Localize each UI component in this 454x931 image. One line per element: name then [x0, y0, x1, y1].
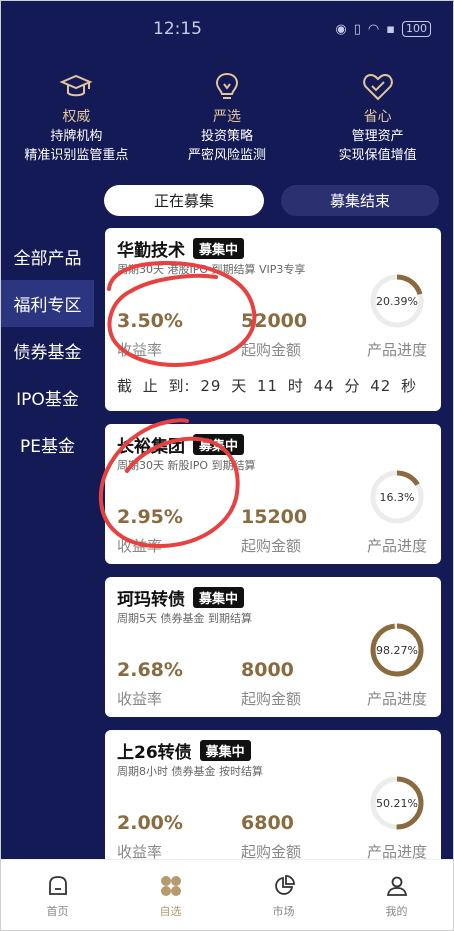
grid-icon	[160, 876, 181, 896]
nav-label: 我的	[385, 905, 408, 918]
sidebar-item-all[interactable]: 全部产品	[1, 233, 94, 280]
deadline-value: 29 天 11 时 44 分 42 秒	[200, 377, 418, 395]
product-rate: 2.68%	[117, 659, 183, 681]
product-min-amount: 15200	[241, 506, 308, 528]
sim-icon: ▪	[386, 21, 395, 37]
progress-label: 产品进度	[367, 537, 428, 555]
heart-check-icon	[362, 73, 393, 101]
nav-label: 首页	[46, 905, 69, 918]
min-amount-label: 起购金额	[241, 690, 302, 708]
feature-line: 实现保值增值	[338, 148, 417, 163]
feature-worryfree: 省心 管理资产 实现保值增值	[302, 69, 453, 165]
product-desc: 周期5天 债券基金 到期结算	[117, 612, 252, 625]
feature-line: 管理资产	[351, 129, 404, 144]
product-name: 华勤技术	[117, 241, 185, 261]
nav-label: 市场	[272, 905, 295, 918]
rate-label: 收益率	[117, 690, 163, 708]
fundraising-tabs: 正在募集 募集结束	[104, 185, 439, 217]
nav-home[interactable]: 首页	[1, 860, 114, 930]
home-icon	[48, 876, 67, 895]
status-icons: ◉ ▯ ◠ ▪ 100	[335, 21, 431, 37]
feature-line: 持牌机构	[50, 129, 103, 144]
product-min-amount: 6800	[241, 812, 294, 834]
deadline-prefix: 截 止 到:	[117, 377, 191, 395]
product-name: 珂玛转债	[117, 590, 185, 610]
product-card[interactable]: 华勤技术 募集中 周期30天 港股IPO 到期结算 VIP3专享 3.50% 5…	[105, 228, 441, 411]
nav-profile[interactable]: 我的	[340, 860, 453, 930]
product-rate: 2.95%	[117, 506, 183, 528]
wifi-icon: ◠	[367, 21, 380, 37]
product-desc: 周期30天 新股IPO 到期结算	[117, 459, 256, 472]
rate-label: 收益率	[117, 537, 163, 555]
eye-icon: ◉	[335, 21, 347, 37]
vibrate-icon: ▯	[353, 21, 361, 37]
category-sidebar: 全部产品 福利专区 债券基金 IPO基金 PE基金	[1, 233, 94, 468]
progress-value: 20.39%	[376, 294, 418, 308]
progress-ring: 20.39%	[369, 273, 425, 329]
product-card[interactable]: 珂玛转债 募集中 周期5天 债券基金 到期结算 2.68% 8000 收益率 起…	[105, 577, 441, 717]
progress-ring: 98.27%	[369, 622, 425, 678]
status-bar: 12:15 ◉ ▯ ◠ ▪ 100	[1, 1, 453, 55]
rate-label: 收益率	[117, 341, 163, 359]
battery-icon: 100	[402, 21, 431, 37]
graduation-cap-icon	[59, 74, 93, 97]
pie-chart-icon	[274, 875, 295, 895]
lightbulb-icon	[215, 72, 238, 99]
feature-line: 严密风险监测	[187, 148, 266, 163]
status-badge: 募集中	[193, 238, 245, 259]
feature-strict: 严选 投资策略 严密风险监测	[152, 69, 303, 165]
status-badge: 募集中	[193, 434, 245, 455]
user-icon	[386, 876, 407, 896]
feature-authority: 权威 持牌机构 精准识别监管重点	[1, 69, 152, 165]
product-card[interactable]: 上26转债 募集中 周期8小时 债券基金 按时结算 2.00% 6800 收益率…	[105, 730, 441, 870]
feature-title: 权威	[62, 109, 91, 125]
tab-ended[interactable]: 募集结束	[281, 185, 439, 216]
product-name: 长裕集团	[117, 437, 185, 457]
progress-label: 产品进度	[367, 690, 428, 708]
nav-watchlist[interactable]: 自选	[114, 860, 227, 930]
progress-label: 产品进度	[367, 341, 428, 359]
sidebar-item-bond[interactable]: 债券基金	[1, 327, 94, 374]
nav-market[interactable]: 市场	[227, 860, 340, 930]
status-time: 12:15	[153, 19, 202, 39]
tab-raising[interactable]: 正在募集	[104, 185, 264, 216]
product-rate: 3.50%	[117, 310, 183, 332]
app-screen: 12:15 ◉ ▯ ◠ ▪ 100 权威 持牌机构 精准识别监管重点 严选 投资…	[0, 0, 454, 931]
sidebar-item-welfare[interactable]: 福利专区	[1, 280, 94, 327]
sidebar-item-ipo[interactable]: IPO基金	[1, 374, 94, 421]
product-rate: 2.00%	[117, 812, 183, 834]
status-badge: 募集中	[193, 587, 245, 608]
product-min-amount: 8000	[241, 659, 294, 681]
product-desc: 周期8小时 债券基金 按时结算	[117, 765, 263, 778]
product-min-amount: 52000	[241, 310, 308, 332]
feature-title: 省心	[363, 109, 392, 125]
progress-value: 16.3%	[379, 490, 415, 504]
progress-value: 50.21%	[376, 796, 418, 810]
bottom-nav: 首页 自选 市场 我的	[1, 859, 453, 930]
progress-ring: 16.3%	[369, 469, 425, 525]
min-amount-label: 起购金额	[241, 537, 302, 555]
feature-title: 严选	[212, 109, 241, 125]
product-desc: 周期30天 港股IPO 到期结算 VIP3专享	[117, 263, 306, 276]
min-amount-label: 起购金额	[241, 341, 302, 359]
deadline-countdown: 截 止 到: 29 天 11 时 44 分 42 秒	[117, 375, 417, 396]
feature-row: 权威 持牌机构 精准识别监管重点 严选 投资策略 严密风险监测 省心 管理资产 …	[1, 69, 453, 165]
status-badge: 募集中	[199, 740, 251, 761]
feature-line: 投资策略	[200, 129, 253, 144]
product-name: 上26转债	[117, 743, 192, 763]
sidebar-item-pe[interactable]: PE基金	[1, 421, 94, 468]
progress-value: 98.27%	[376, 643, 418, 657]
product-card[interactable]: 长裕集团 募集中 周期30天 新股IPO 到期结算 2.95% 15200 收益…	[105, 424, 441, 564]
feature-line: 精准识别监管重点	[24, 148, 129, 163]
progress-ring: 50.21%	[369, 775, 425, 831]
nav-label: 自选	[159, 905, 182, 918]
